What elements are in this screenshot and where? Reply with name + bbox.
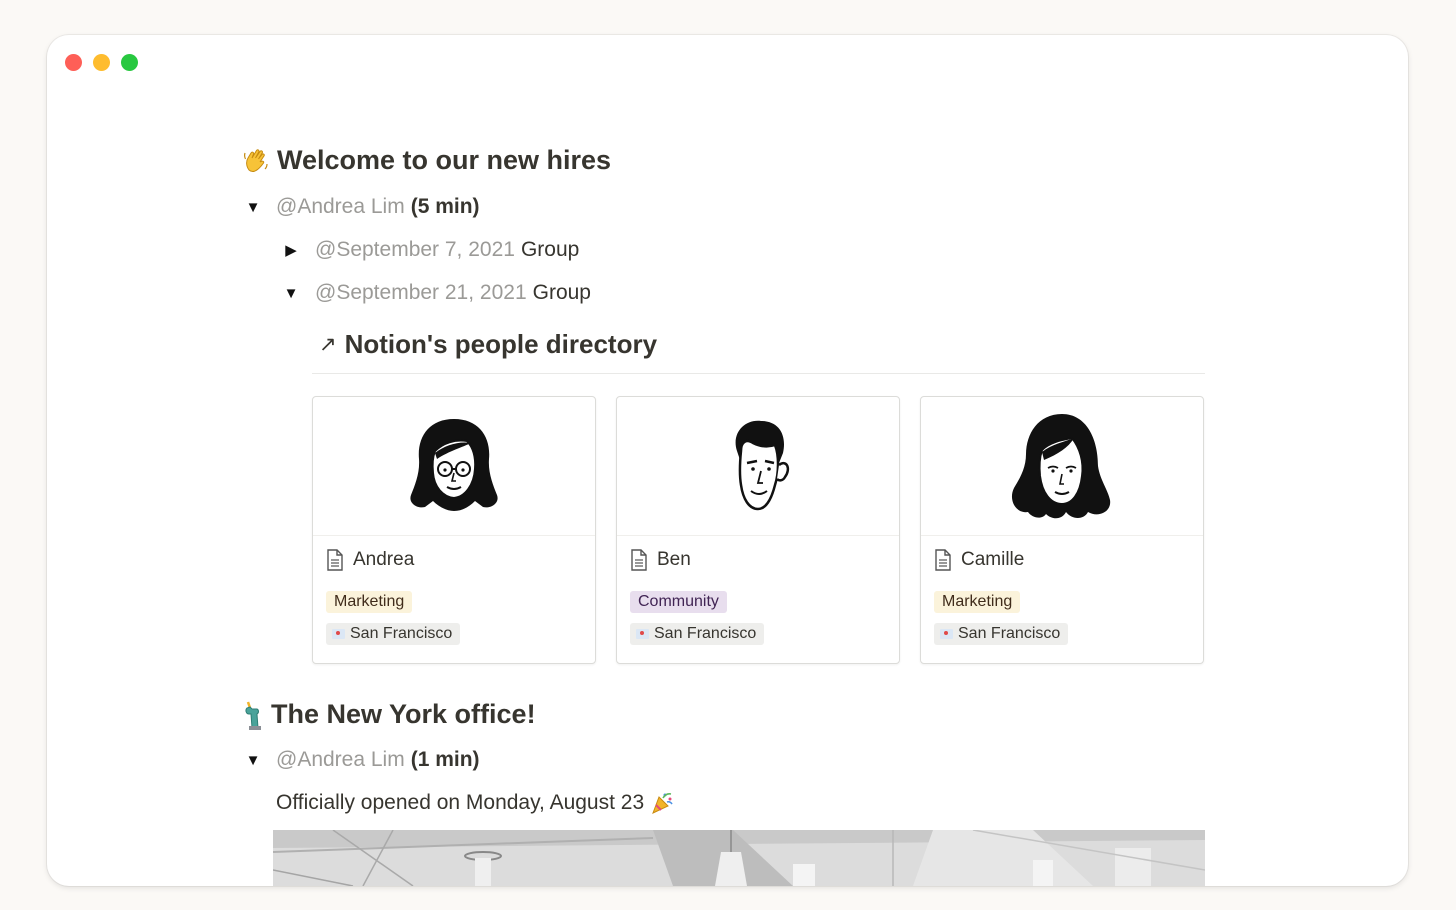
location-badge: San Francisco <box>934 623 1069 645</box>
location-badge: San Francisco <box>630 623 765 645</box>
card-cover <box>313 397 595 536</box>
section-heading: The New York office! <box>271 699 536 729</box>
linked-arrow-icon: ↗ <box>319 333 337 356</box>
card-title: Andrea <box>326 549 414 571</box>
close-window-button[interactable] <box>65 54 82 71</box>
location-badge: San Francisco <box>326 623 461 645</box>
section-heading: Welcome to our new hires <box>277 145 612 175</box>
card-name: Camille <box>961 549 1025 570</box>
database-divider <box>312 373 1205 374</box>
page-icon <box>935 549 951 571</box>
camille-portrait-icon <box>1011 414 1111 519</box>
location-flag-icon <box>636 629 649 639</box>
toggle-andrea-5min[interactable]: ▼ @Andrea Lim (5 min) <box>243 195 480 219</box>
andrea-portrait-icon <box>410 419 498 511</box>
party-popper-icon <box>650 791 674 815</box>
location-text: San Francisco <box>654 625 757 642</box>
toggle-sept-21[interactable]: ▼ @September 21, 2021 Group <box>281 281 591 305</box>
toggle-sept-7[interactable]: ▶ @September 7, 2021 Group <box>281 238 579 262</box>
window-controls <box>65 54 138 71</box>
toggle-andrea-1min[interactable]: ▼ @Andrea Lim (1 min) <box>243 748 480 772</box>
gallery-card-ben[interactable]: Ben Community San Francisco <box>616 396 900 664</box>
heading-welcome: Welcome to our new hires <box>241 145 611 176</box>
office-ceiling-image <box>273 830 1205 886</box>
card-title: Ben <box>630 549 691 571</box>
statue-of-liberty-icon <box>241 700 265 730</box>
toggle-duration: (1 min) <box>410 748 480 771</box>
tag-marketing: Marketing <box>326 591 413 613</box>
mention-andrea-lim[interactable]: @Andrea Lim <box>276 748 405 772</box>
page-icon <box>327 549 343 571</box>
gallery-card-camille[interactable]: Camille Marketing San Francisco <box>920 396 1204 664</box>
location-text: San Francisco <box>958 625 1061 642</box>
paragraph-opened: Officially opened on Monday, August 23 <box>276 791 674 815</box>
linked-database-header[interactable]: ↗ Notion's people directory <box>319 329 657 360</box>
app-window: Welcome to our new hires ▼ @Andrea Lim (… <box>47 35 1408 886</box>
date-mention[interactable]: @September 21, 2021 <box>315 281 527 305</box>
ben-portrait-icon <box>735 420 790 511</box>
card-title: Camille <box>934 549 1024 571</box>
waving-hand-icon <box>241 146 271 176</box>
toggle-duration: (5 min) <box>410 195 480 218</box>
toggle-expanded-icon[interactable]: ▼ <box>243 750 263 770</box>
toggle-collapsed-icon[interactable]: ▶ <box>281 240 301 260</box>
gallery-card-andrea[interactable]: Andrea Marketing San Francisco <box>312 396 596 664</box>
card-cover <box>921 397 1203 536</box>
card-name: Andrea <box>353 549 415 570</box>
body-text: Officially opened on Monday, August 23 <box>276 791 645 814</box>
page-icon <box>631 549 647 571</box>
date-mention[interactable]: @September 7, 2021 <box>315 238 515 262</box>
card-name: Ben <box>657 549 691 570</box>
toggle-expanded-icon[interactable]: ▼ <box>281 283 301 303</box>
toggle-expanded-icon[interactable]: ▼ <box>243 197 263 217</box>
database-title[interactable]: Notion's people directory <box>345 329 657 360</box>
minimize-window-button[interactable] <box>93 54 110 71</box>
toggle-label: Group <box>532 281 591 304</box>
toggle-label: Group <box>520 238 580 261</box>
tag-marketing: Marketing <box>934 591 1021 613</box>
heading-new-york: The New York office! <box>241 699 536 730</box>
mention-andrea-lim[interactable]: @Andrea Lim <box>276 195 405 219</box>
location-text: San Francisco <box>350 625 453 642</box>
maximize-window-button[interactable] <box>121 54 138 71</box>
office-photo <box>273 830 1205 886</box>
location-flag-icon <box>332 629 345 639</box>
card-cover <box>617 397 899 536</box>
tag-community: Community <box>630 591 727 613</box>
location-flag-icon <box>940 629 953 639</box>
